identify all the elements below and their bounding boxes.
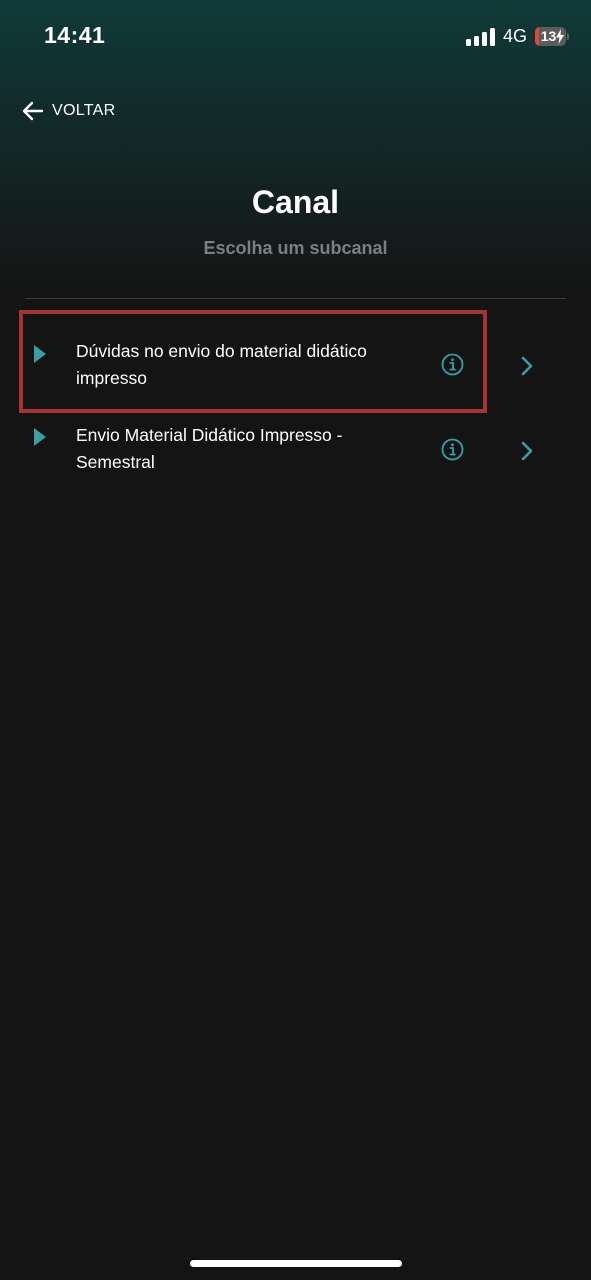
page-subtitle: Escolha um subcanal	[203, 238, 388, 258]
subchannel-label: Dúvidas no envio do material didático im…	[76, 341, 367, 388]
home-indicator[interactable]	[190, 1260, 402, 1267]
info-icon[interactable]	[441, 438, 464, 461]
status-time: 14:41	[44, 22, 106, 48]
header-divider	[25, 298, 566, 299]
info-icon[interactable]	[441, 353, 464, 376]
back-label: VOLTAR	[52, 102, 116, 119]
subchannel-item[interactable]: Dúvidas no envio do material didático im…	[0, 310, 591, 413]
cellular-signal-icon	[465, 27, 495, 46]
battery-icon: 13	[535, 27, 569, 46]
status-bar: 14:41 4G 13	[0, 0, 591, 72]
chevron-right-icon[interactable]	[520, 356, 534, 376]
status-indicators: 4G 13	[465, 26, 569, 47]
subchannel-label: Envio Material Didático Impresso - Semes…	[76, 425, 343, 472]
play-triangle-icon	[34, 428, 46, 446]
subchannel-list: Dúvidas no envio do material didático im…	[0, 310, 591, 482]
charging-bolt-icon	[556, 29, 564, 44]
network-type: 4G	[502, 26, 527, 46]
arrow-left-icon	[22, 101, 44, 121]
play-triangle-icon	[34, 345, 46, 363]
chevron-right-icon[interactable]	[520, 441, 534, 461]
back-button[interactable]: VOLTAR	[22, 100, 115, 122]
page-title: Canal	[251, 184, 340, 220]
subchannel-item[interactable]: Envio Material Didático Impresso - Semes…	[0, 396, 591, 482]
